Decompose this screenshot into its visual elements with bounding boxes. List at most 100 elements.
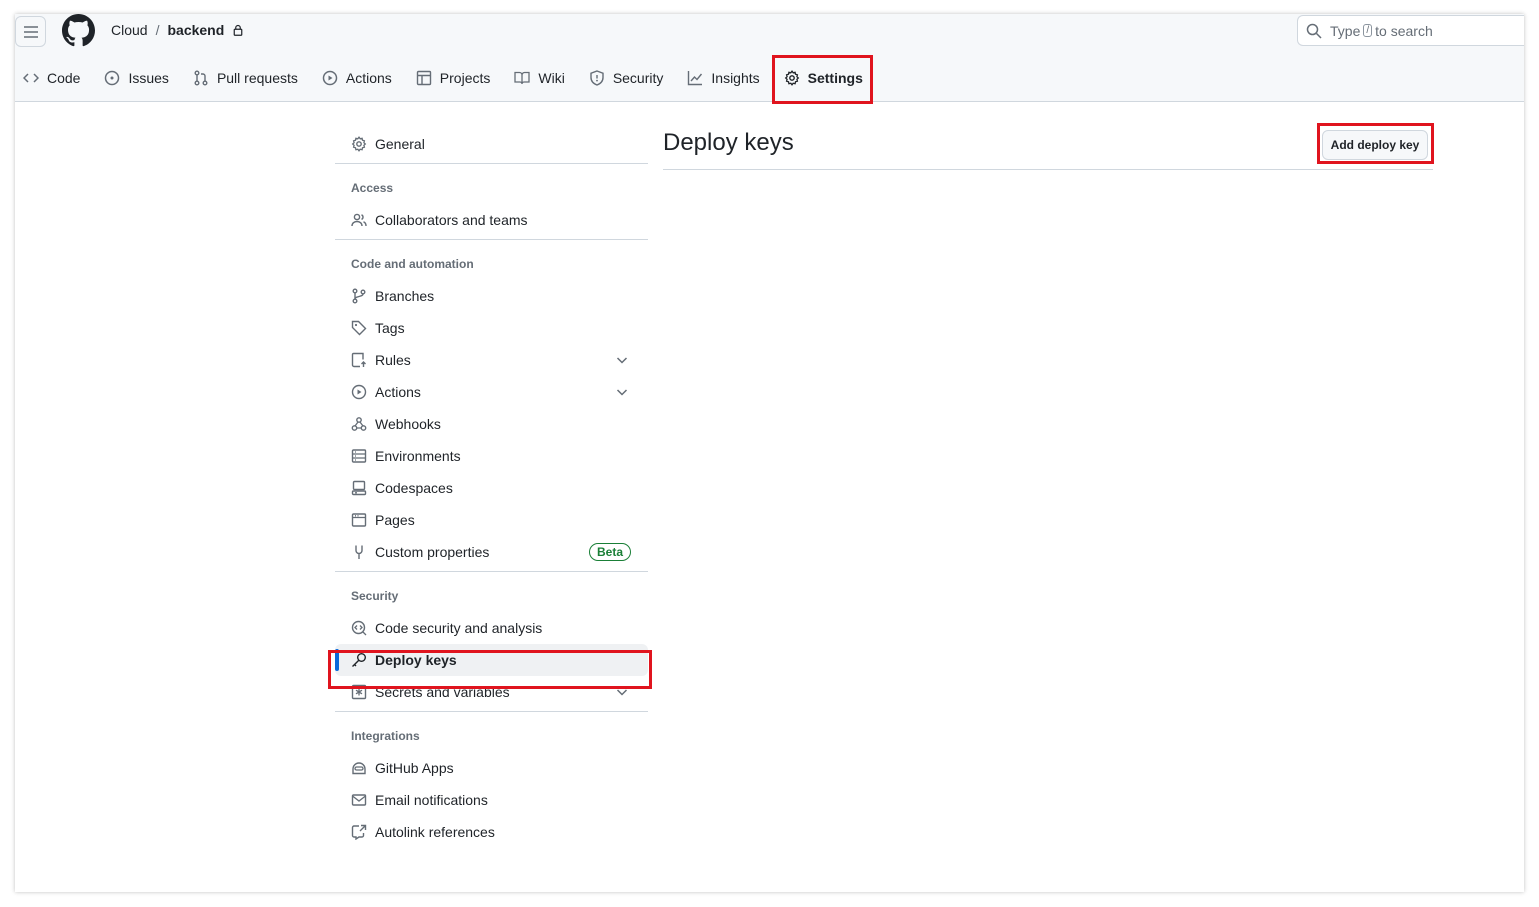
- tab-label: Actions: [345, 70, 392, 86]
- hamburger-icon: [23, 25, 38, 38]
- sidebar-item-collaborators[interactable]: Collaborators and teams: [335, 204, 648, 236]
- webhook-icon: [351, 416, 367, 432]
- search-shortcut-key: /: [1363, 24, 1373, 37]
- sidebar-item-rules[interactable]: Rules: [335, 344, 648, 376]
- chevron-down-icon[interactable]: [614, 352, 630, 368]
- sidebar-item-label: Deploy keys: [375, 652, 457, 668]
- tab-insights[interactable]: Insights: [675, 56, 771, 100]
- tab-code[interactable]: Code: [15, 56, 92, 100]
- breadcrumb: Cloud / backend: [111, 22, 244, 38]
- tab-label: Issues: [128, 70, 169, 86]
- codescan-icon: [351, 620, 367, 636]
- menu-button[interactable]: [15, 16, 46, 47]
- sidebar-item-environments[interactable]: Environments: [335, 440, 648, 472]
- divider: [335, 239, 648, 240]
- add-deploy-key-button[interactable]: Add deploy key: [1322, 130, 1428, 160]
- hubot-icon: [351, 760, 367, 776]
- search-input[interactable]: Type / to search: [1297, 15, 1524, 46]
- branch-icon: [351, 288, 367, 304]
- lock-icon: [233, 24, 243, 36]
- sidebar-group-access: Access: [351, 181, 394, 195]
- tab-label: Code: [47, 70, 81, 86]
- sidebar-item-secrets[interactable]: Secrets and variables: [335, 676, 648, 708]
- sidebar-item-actions[interactable]: Actions: [335, 376, 648, 408]
- sidebar-item-label: GitHub Apps: [375, 760, 454, 776]
- mail-icon: [351, 792, 367, 808]
- search-icon: [1306, 23, 1322, 39]
- sidebar-item-label: Environments: [375, 448, 461, 464]
- issue-icon: [105, 70, 120, 86]
- sidebar-group-integrations: Integrations: [351, 729, 420, 743]
- search-suffix: to search: [1375, 22, 1433, 39]
- tab-actions[interactable]: Actions: [310, 56, 404, 100]
- graph-icon: [688, 71, 703, 86]
- sidebar-item-pages[interactable]: Pages: [335, 504, 648, 536]
- tab-label: Wiki: [538, 70, 565, 86]
- title-divider: [663, 169, 1433, 170]
- key-icon: [351, 652, 367, 668]
- sidebar-item-label: General: [375, 136, 425, 152]
- browser-frame: Cloud / backend Type / to search Code Is…: [15, 14, 1524, 892]
- sidebar-item-code-security[interactable]: Code security and analysis: [335, 612, 648, 644]
- gear-icon: [351, 136, 367, 152]
- tab-security[interactable]: Security: [577, 56, 676, 100]
- sidebar-item-github-apps[interactable]: GitHub Apps: [335, 752, 648, 784]
- repo-push-icon: [351, 352, 367, 368]
- server-icon: [351, 448, 367, 464]
- tab-issues[interactable]: Issues: [92, 56, 180, 100]
- pull-request-icon: [194, 70, 208, 86]
- chevron-down-icon[interactable]: [614, 684, 630, 700]
- tab-label: Security: [612, 70, 664, 86]
- sidebar-item-label: Code security and analysis: [375, 620, 543, 636]
- book-icon: [514, 71, 531, 85]
- tab-wiki[interactable]: Wiki: [502, 56, 576, 100]
- search-prefix: Type: [1330, 22, 1361, 39]
- divider: [335, 571, 648, 572]
- divider: [335, 711, 648, 712]
- sidebar-item-codespaces[interactable]: Codespaces: [335, 472, 648, 504]
- tag-icon: [351, 320, 367, 336]
- tab-pull-requests[interactable]: Pull requests: [181, 56, 310, 100]
- sidebar-item-label: Actions: [375, 384, 421, 400]
- beta-badge: Beta: [588, 543, 631, 561]
- tab-projects[interactable]: Projects: [404, 56, 503, 100]
- repo-tabs: Code Issues Pull requests Actions Projec…: [15, 56, 875, 100]
- chevron-down-icon[interactable]: [614, 384, 630, 400]
- repo-link[interactable]: backend: [167, 22, 224, 38]
- sidebar-item-custom-properties[interactable]: Custom properties Beta: [335, 536, 648, 568]
- sidebar-item-branches[interactable]: Branches: [335, 280, 648, 312]
- sidebar-item-label: Branches: [375, 288, 435, 304]
- sidebar-item-label: Webhooks: [375, 416, 441, 432]
- breadcrumb-separator: /: [155, 22, 160, 38]
- browser-icon: [351, 512, 367, 528]
- sidebar-item-email-notifications[interactable]: Email notifications: [335, 784, 648, 816]
- tab-label: Pull requests: [216, 70, 298, 86]
- sidebar-item-label: Autolink references: [375, 824, 495, 840]
- sidebar-item-tags[interactable]: Tags: [335, 312, 648, 344]
- sidebar-item-general[interactable]: General: [335, 128, 648, 160]
- note-icon: [351, 544, 367, 560]
- sidebar-item-label: Custom properties: [375, 544, 490, 560]
- play-icon: [351, 384, 367, 400]
- code-icon: [23, 73, 39, 83]
- sidebar-item-label: Rules: [375, 352, 411, 368]
- owner-link[interactable]: Cloud: [111, 22, 148, 38]
- tab-label: Settings: [807, 70, 863, 86]
- sidebar-item-deploy-keys[interactable]: Deploy keys: [335, 644, 648, 676]
- sidebar-item-label: Email notifications: [375, 792, 488, 808]
- tab-label: Insights: [711, 70, 760, 86]
- gear-icon: [784, 70, 799, 86]
- divider: [335, 163, 648, 164]
- github-logo[interactable]: [62, 14, 95, 52]
- tab-settings[interactable]: Settings: [772, 56, 875, 100]
- sidebar-item-label: Collaborators and teams: [375, 212, 528, 228]
- sidebar-item-autolink-references[interactable]: Autolink references: [335, 816, 648, 848]
- page-title: Deploy keys: [663, 129, 794, 156]
- shield-icon: [590, 70, 604, 86]
- sidebar-item-label: Pages: [375, 512, 415, 528]
- people-icon: [351, 212, 367, 228]
- github-icon: [62, 14, 95, 47]
- key-asterisk-icon: [351, 684, 367, 700]
- table-icon: [416, 70, 431, 86]
- sidebar-item-webhooks[interactable]: Webhooks: [335, 408, 648, 440]
